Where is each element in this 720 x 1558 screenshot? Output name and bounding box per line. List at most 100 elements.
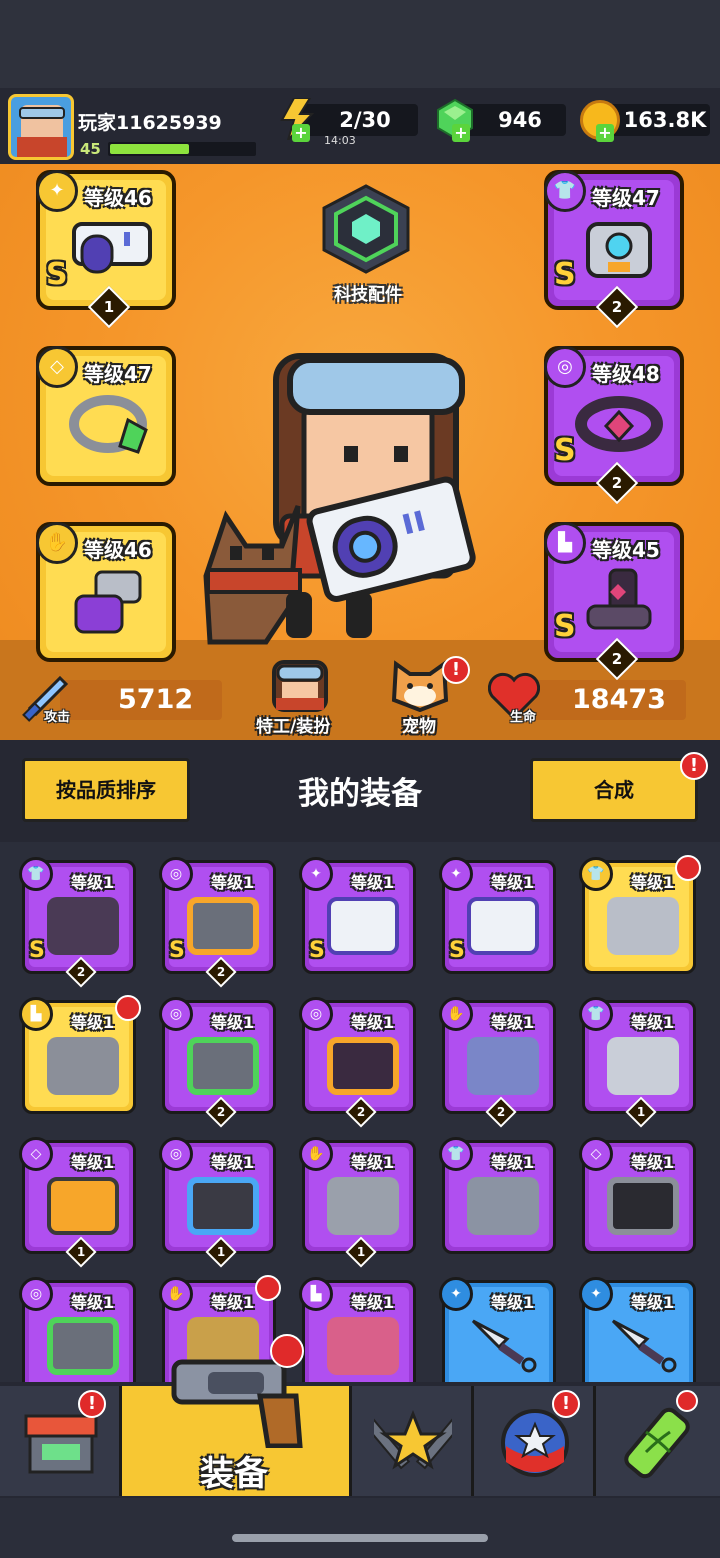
agent-outfit-icon[interactable] — [268, 660, 332, 712]
equipped-boots-slot[interactable]: ▙ 等级45 S 2 — [544, 522, 684, 681]
gold-belt-icon — [187, 897, 259, 955]
pink-boot-icon — [327, 1317, 399, 1375]
equipped-armor-slot[interactable]: 👕 等级47 S 2 — [544, 170, 684, 329]
inventory-item-belt[interactable]: ◎ 等级1 2 — [299, 997, 416, 1128]
ring-level: 等级47 — [84, 362, 152, 386]
blue-star-belt-icon — [187, 1177, 259, 1235]
add-energy-icon[interactable]: + — [292, 124, 310, 142]
new-item-dot — [255, 1275, 281, 1301]
weapon-grade: S — [46, 257, 68, 292]
item-level: 等级1 — [211, 873, 255, 892]
item-level: 等级1 — [351, 873, 395, 892]
gloves-category-icon: ✋ — [159, 1277, 193, 1311]
boots-category-icon: ▙ — [544, 522, 586, 564]
boots-stars: 2 — [611, 650, 623, 668]
agent-character-illustration[interactable] — [186, 346, 486, 648]
steel-armor-icon — [607, 897, 679, 955]
item-level: 等级1 — [71, 1153, 115, 1172]
add-gem-icon[interactable]: + — [452, 124, 470, 142]
belt-category-icon: ◎ — [19, 1277, 53, 1311]
inventory-item-kunai[interactable]: ✦ 等级1 — [439, 1277, 556, 1394]
weapon-category-icon: ✦ — [299, 857, 333, 891]
energy-value: 2/30 — [339, 108, 391, 132]
inventory-item-boots[interactable]: ▙ 等级1 — [299, 1277, 416, 1394]
weapon-category-icon: ✦ — [579, 1277, 613, 1311]
equipped-gloves-slot[interactable]: ✋ 等级46 — [36, 522, 176, 662]
inventory-item-belt[interactable]: ◎ 等级1 — [19, 1277, 136, 1394]
weapon-stars: 1 — [103, 298, 115, 316]
merge-button[interactable]: 合成 — [530, 758, 698, 822]
energy-timer: 14:03 — [324, 134, 356, 147]
item-level: 等级1 — [631, 1153, 675, 1172]
dark-armor-icon — [47, 897, 119, 955]
home-indicator[interactable] — [232, 1534, 488, 1542]
belt-category-icon: ◎ — [544, 346, 586, 388]
item-level: 等级1 — [491, 873, 535, 892]
xp-bar — [108, 142, 256, 156]
tech-parts-hex-icon[interactable] — [318, 184, 414, 274]
weapon-category-icon: ✦ — [439, 857, 473, 891]
inventory-item-collar[interactable]: ◇ 等级1 — [579, 1137, 696, 1254]
item-level: 等级1 — [351, 1293, 395, 1312]
armor-stars: 2 — [611, 298, 623, 316]
inventory-item-kunai[interactable]: ✦ 等级1 — [579, 1277, 696, 1394]
item-level: 等级1 — [71, 1013, 115, 1032]
equipped-ring-slot[interactable]: ◇ 等级47 — [36, 346, 176, 486]
belt-stars: 2 — [611, 474, 623, 492]
ring-category-icon: ◇ — [19, 1137, 53, 1171]
tech-parts-label: 科技配件 — [334, 285, 402, 305]
sort-by-quality-button[interactable]: 按品质排序 — [22, 758, 190, 822]
nav-tab-evolution[interactable] — [596, 1386, 720, 1496]
item-level: 等级1 — [491, 1013, 535, 1032]
inventory-item-armor[interactable]: 👕 等级1 S 2 — [19, 857, 136, 988]
inventory-item-armor[interactable]: 👕 等级1 — [579, 855, 701, 974]
item-level: 等级1 — [631, 873, 675, 892]
nav-equipment-label: 装备 — [200, 1454, 268, 1494]
mech-armor-icon — [586, 222, 652, 278]
inventory-item-armor[interactable]: 👕 等级1 1 — [579, 997, 696, 1128]
new-item-dot — [115, 995, 141, 1021]
weapon-level: 等级46 — [84, 186, 152, 210]
inventory-item-ring[interactable]: ◎ 等级1 2 — [159, 997, 276, 1128]
weapon-category-icon: ✦ — [439, 1277, 473, 1311]
xp-bar-fill — [110, 144, 189, 154]
gloves-category-icon: ✋ — [299, 1137, 333, 1171]
metal-glove-icon — [327, 1177, 399, 1235]
equipped-belt-slot[interactable]: ◎ 等级48 S 2 — [544, 346, 684, 505]
belt-category-icon: ◎ — [159, 997, 193, 1031]
kunai-icon — [471, 1319, 537, 1373]
equipped-weapon-slot[interactable]: ✦ 等级46 S 1 — [36, 170, 176, 329]
inventory-item-necklace[interactable]: ◇ 等级1 1 — [19, 1137, 136, 1268]
purple-belt-icon — [327, 1037, 399, 1095]
belt-level: 等级48 — [592, 362, 660, 386]
inventory-item-weapon[interactable]: ✦ 等级1 S — [299, 857, 416, 974]
pet-label[interactable]: 宠物 — [402, 712, 436, 737]
attack-label: 攻击 — [44, 710, 71, 725]
inventory-item-gloves[interactable]: ✋ 等级1 1 — [299, 1137, 416, 1268]
inventory-item-armor[interactable]: 👕 等级1 — [439, 1137, 556, 1254]
dark-belt-icon — [575, 396, 663, 452]
inventory-item-gloves[interactable]: ✋ 等级1 2 — [439, 997, 556, 1128]
boots-category-icon: ▙ — [19, 997, 53, 1031]
inventory-item-boots[interactable]: ▙ 等级1 — [19, 995, 141, 1114]
armor-category-icon: 👕 — [544, 170, 586, 212]
player-avatar[interactable] — [8, 94, 74, 160]
agent-outfit-label[interactable]: 特工/装扮 — [256, 712, 330, 737]
inventory-item-weapon[interactable]: ✦ 等级1 S — [439, 857, 556, 974]
item-stars: 1 — [636, 1105, 646, 1119]
avatar-scarf — [17, 137, 67, 157]
item-stars: 2 — [76, 965, 86, 979]
armor-category-icon: 👕 — [19, 857, 53, 891]
item-stars: 2 — [216, 965, 226, 979]
player-name: 玩家11625939 — [78, 112, 222, 134]
boots-category-icon: ▙ — [299, 1277, 333, 1311]
inventory-item-belt[interactable]: ◎ 等级1 1 — [159, 1137, 276, 1268]
item-stars: 1 — [356, 1245, 366, 1259]
belt-category-icon: ◎ — [159, 857, 193, 891]
inventory-item-belt[interactable]: ◎ 等级1 S 2 — [159, 857, 276, 988]
item-level: 等级1 — [71, 873, 115, 892]
boots-level: 等级45 — [592, 538, 660, 562]
add-coin-icon[interactable]: + — [596, 124, 614, 142]
top-strip — [0, 0, 720, 88]
nav-tab-battle[interactable] — [352, 1386, 474, 1496]
